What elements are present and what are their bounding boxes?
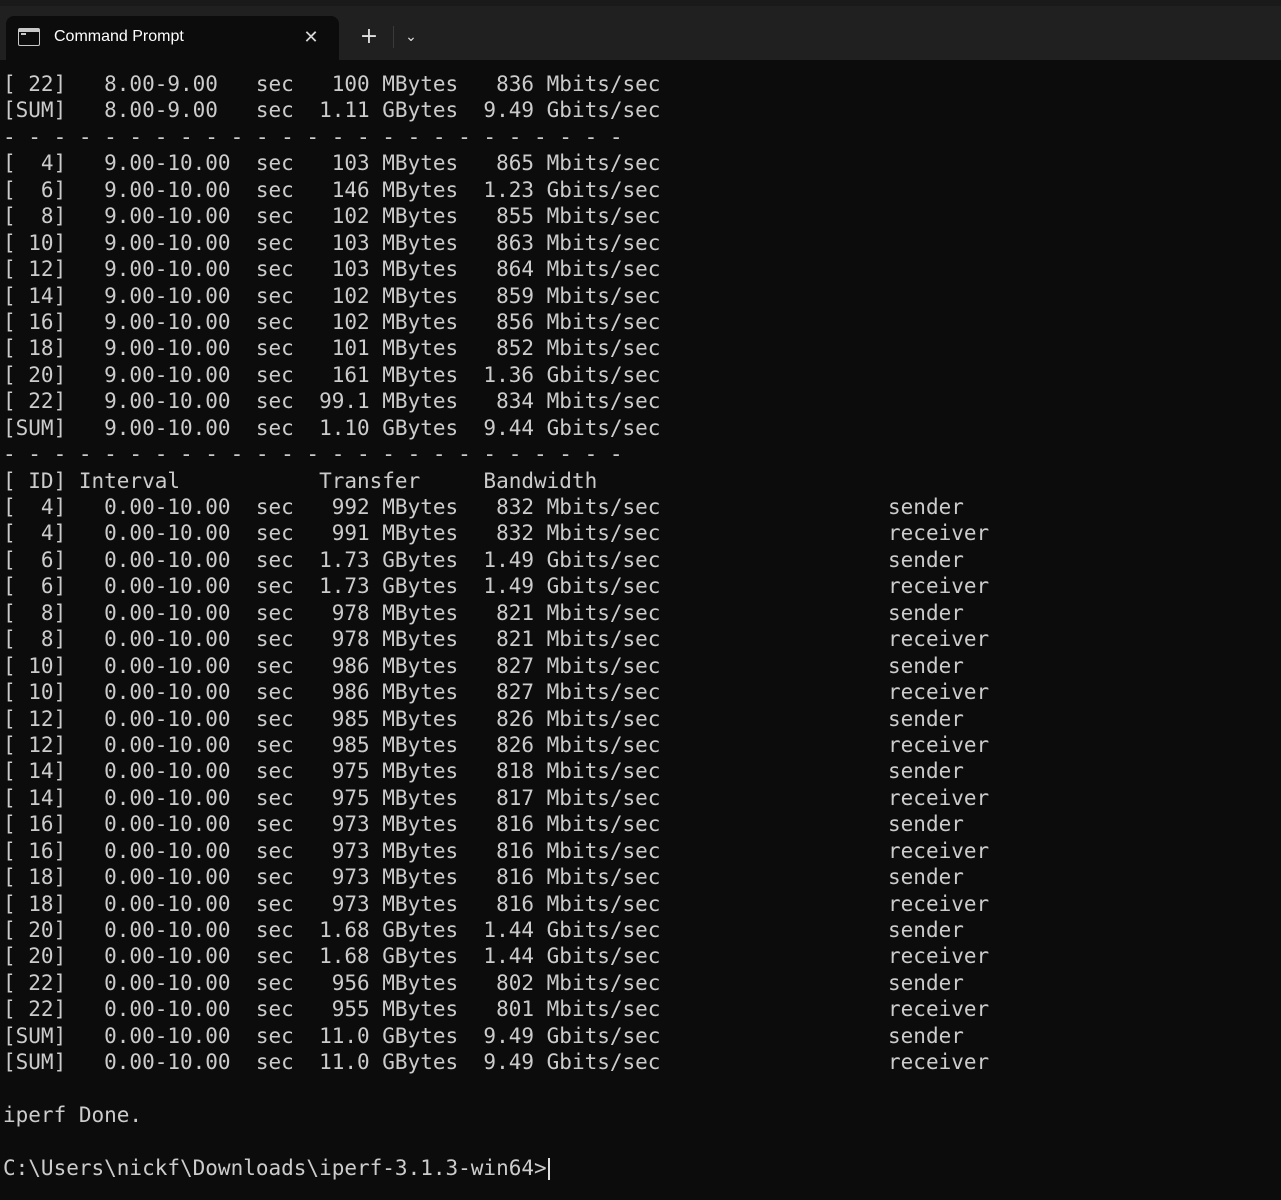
terminal-line: [SUM] 9.00-10.00 sec 1.10 GBytes 9.44 Gb…	[3, 415, 1281, 441]
terminal-line-text: [ 4] 0.00-10.00 sec 991 MBytes 832 Mbits…	[3, 521, 990, 546]
terminal-line-text: [ 10] 0.00-10.00 sec 986 MBytes 827 Mbit…	[3, 680, 990, 705]
terminal-line: [ 16] 0.00-10.00 sec 973 MBytes 816 Mbit…	[3, 838, 1281, 864]
terminal-line-text: [ 6] 0.00-10.00 sec 1.73 GBytes 1.49 Gbi…	[3, 547, 964, 572]
terminal-line-text: [ 18] 0.00-10.00 sec 973 MBytes 816 Mbit…	[3, 891, 990, 916]
terminal-line: [ 8] 0.00-10.00 sec 978 MBytes 821 Mbits…	[3, 626, 1281, 652]
terminal-line-text: [ 8] 0.00-10.00 sec 978 MBytes 821 Mbits…	[3, 600, 964, 625]
terminal-line-text: [ 4] 9.00-10.00 sec 103 MBytes 865 Mbits…	[3, 151, 661, 176]
terminal-line-text: [SUM] 8.00-9.00 sec 1.11 GBytes 9.49 Gbi…	[3, 98, 661, 123]
terminal-line: [ 12] 9.00-10.00 sec 103 MBytes 864 Mbit…	[3, 256, 1281, 282]
terminal-line: [ 10] 9.00-10.00 sec 103 MBytes 863 Mbit…	[3, 230, 1281, 256]
terminal-line-text: [SUM] 9.00-10.00 sec 1.10 GBytes 9.44 Gb…	[3, 415, 661, 440]
tab-divider	[393, 26, 394, 48]
terminal-line-text: [ 10] 9.00-10.00 sec 103 MBytes 863 Mbit…	[3, 230, 661, 255]
terminal-line-text: [ 16] 0.00-10.00 sec 973 MBytes 816 Mbit…	[3, 838, 990, 863]
terminal-line-text: [ 8] 9.00-10.00 sec 102 MBytes 855 Mbits…	[3, 204, 661, 229]
terminal-line-text: [ 10] 0.00-10.00 sec 986 MBytes 827 Mbit…	[3, 653, 964, 678]
terminal-line: [ 18] 9.00-10.00 sec 101 MBytes 852 Mbit…	[3, 335, 1281, 361]
terminal-icon	[18, 28, 40, 46]
new-tab-button[interactable]: +	[354, 22, 384, 52]
terminal-line: - - - - - - - - - - - - - - - - - - - - …	[3, 124, 1281, 150]
terminal-line: [ 16] 9.00-10.00 sec 102 MBytes 856 Mbit…	[3, 309, 1281, 335]
terminal-line: [ 8] 0.00-10.00 sec 978 MBytes 821 Mbits…	[3, 600, 1281, 626]
title-strip	[0, 0, 1281, 6]
terminal-line: [ 6] 0.00-10.00 sec 1.73 GBytes 1.49 Gbi…	[3, 573, 1281, 599]
terminal-line-text: [ 18] 0.00-10.00 sec 973 MBytes 816 Mbit…	[3, 865, 964, 890]
terminal-line-text: [ 18] 9.00-10.00 sec 101 MBytes 852 Mbit…	[3, 336, 661, 361]
terminal-line: [ 12] 0.00-10.00 sec 985 MBytes 826 Mbit…	[3, 706, 1281, 732]
terminal-line-text: [ 22] 0.00-10.00 sec 955 MBytes 801 Mbit…	[3, 997, 990, 1022]
terminal-line: [ 4] 0.00-10.00 sec 992 MBytes 832 Mbits…	[3, 494, 1281, 520]
terminal-line: [ 12] 0.00-10.00 sec 985 MBytes 826 Mbit…	[3, 732, 1281, 758]
terminal-line-text: [ 20] 0.00-10.00 sec 1.68 GBytes 1.44 Gb…	[3, 944, 990, 969]
chevron-down-icon[interactable]: ⌄	[398, 22, 424, 52]
terminal-line: [ 22] 8.00-9.00 sec 100 MBytes 836 Mbits…	[3, 71, 1281, 97]
terminal-line: C:\Users\nickf\Downloads\iperf-3.1.3-win…	[3, 1155, 1281, 1181]
terminal-line: - - - - - - - - - - - - - - - - - - - - …	[3, 441, 1281, 467]
terminal-line-text: - - - - - - - - - - - - - - - - - - - - …	[3, 442, 623, 467]
tab-title: Command Prompt	[54, 28, 184, 45]
terminal-line-text: C:\Users\nickf\Downloads\iperf-3.1.3-win…	[3, 1155, 547, 1180]
terminal-output[interactable]: [ 22] 8.00-9.00 sec 100 MBytes 836 Mbits…	[0, 60, 1281, 1200]
terminal-line-text: [ 20] 9.00-10.00 sec 161 MBytes 1.36 Gbi…	[3, 362, 661, 387]
command-prompt-window: Command Prompt ✕ + ⌄ [ 22] 8.00-9.00 sec…	[0, 0, 1281, 1200]
terminal-line: [ 16] 0.00-10.00 sec 973 MBytes 816 Mbit…	[3, 811, 1281, 837]
terminal-line: [ 22] 9.00-10.00 sec 99.1 MBytes 834 Mbi…	[3, 388, 1281, 414]
terminal-line: [ 18] 0.00-10.00 sec 973 MBytes 816 Mbit…	[3, 891, 1281, 917]
terminal-line-text: [ 20] 0.00-10.00 sec 1.68 GBytes 1.44 Gb…	[3, 918, 964, 942]
tab-command-prompt[interactable]: Command Prompt ✕	[6, 16, 339, 60]
terminal-line: [SUM] 0.00-10.00 sec 11.0 GBytes 9.49 Gb…	[3, 1049, 1281, 1075]
terminal-line: [ 4] 0.00-10.00 sec 991 MBytes 832 Mbits…	[3, 520, 1281, 546]
terminal-line-text: [ 22] 8.00-9.00 sec 100 MBytes 836 Mbits…	[3, 72, 661, 96]
terminal-line-text: [ 6] 9.00-10.00 sec 146 MBytes 1.23 Gbit…	[3, 177, 661, 202]
terminal-line: [ 8] 9.00-10.00 sec 102 MBytes 855 Mbits…	[3, 203, 1281, 229]
terminal-line: [ 10] 0.00-10.00 sec 986 MBytes 827 Mbit…	[3, 653, 1281, 679]
terminal-line: [ 18] 0.00-10.00 sec 973 MBytes 816 Mbit…	[3, 864, 1281, 890]
terminal-line-text: [ 16] 9.00-10.00 sec 102 MBytes 856 Mbit…	[3, 309, 661, 334]
terminal-line: [ 20] 0.00-10.00 sec 1.68 GBytes 1.44 Gb…	[3, 917, 1281, 943]
terminal-line: [ 14] 0.00-10.00 sec 975 MBytes 817 Mbit…	[3, 785, 1281, 811]
terminal-line-text: [ 14] 0.00-10.00 sec 975 MBytes 817 Mbit…	[3, 785, 990, 810]
text-cursor	[547, 1157, 550, 1180]
close-icon[interactable]: ✕	[298, 25, 324, 51]
tab-bar: Command Prompt ✕ + ⌄	[0, 0, 1281, 60]
terminal-line: [ 20] 0.00-10.00 sec 1.68 GBytes 1.44 Gb…	[3, 943, 1281, 969]
terminal-line: [ 22] 0.00-10.00 sec 955 MBytes 801 Mbit…	[3, 996, 1281, 1022]
terminal-line-text: [ 12] 0.00-10.00 sec 985 MBytes 826 Mbit…	[3, 732, 990, 757]
terminal-line-text: [SUM] 0.00-10.00 sec 11.0 GBytes 9.49 Gb…	[3, 1023, 964, 1048]
terminal-line-text: [ 14] 9.00-10.00 sec 102 MBytes 859 Mbit…	[3, 283, 661, 308]
terminal-line: [ 10] 0.00-10.00 sec 986 MBytes 827 Mbit…	[3, 679, 1281, 705]
terminal-line-text: [SUM] 0.00-10.00 sec 11.0 GBytes 9.49 Gb…	[3, 1050, 990, 1075]
terminal-line-text: [ 4] 0.00-10.00 sec 992 MBytes 832 Mbits…	[3, 495, 964, 519]
terminal-line: [ 4] 9.00-10.00 sec 103 MBytes 865 Mbits…	[3, 150, 1281, 176]
terminal-line: [SUM] 0.00-10.00 sec 11.0 GBytes 9.49 Gb…	[3, 1023, 1281, 1049]
terminal-line-text: [ 8] 0.00-10.00 sec 978 MBytes 821 Mbits…	[3, 627, 990, 652]
terminal-line: [ 20] 9.00-10.00 sec 161 MBytes 1.36 Gbi…	[3, 362, 1281, 388]
terminal-line: [ ID] Interval Transfer Bandwidth	[3, 468, 1281, 494]
terminal-line-text: [ 22] 9.00-10.00 sec 99.1 MBytes 834 Mbi…	[3, 389, 661, 414]
terminal-line-text: [ 12] 0.00-10.00 sec 985 MBytes 826 Mbit…	[3, 706, 964, 731]
terminal-line: iperf Done.	[3, 1102, 1281, 1128]
terminal-line: [SUM] 8.00-9.00 sec 1.11 GBytes 9.49 Gbi…	[3, 97, 1281, 123]
terminal-line-text: - - - - - - - - - - - - - - - - - - - - …	[3, 124, 623, 149]
terminal-line-text: iperf Done.	[3, 1103, 143, 1128]
terminal-line: [ 6] 9.00-10.00 sec 146 MBytes 1.23 Gbit…	[3, 177, 1281, 203]
terminal-line: [ 6] 0.00-10.00 sec 1.73 GBytes 1.49 Gbi…	[3, 547, 1281, 573]
terminal-line-text: [ 6] 0.00-10.00 sec 1.73 GBytes 1.49 Gbi…	[3, 574, 990, 599]
terminal-line: [ 14] 9.00-10.00 sec 102 MBytes 859 Mbit…	[3, 283, 1281, 309]
terminal-line-text: [ 12] 9.00-10.00 sec 103 MBytes 864 Mbit…	[3, 257, 661, 282]
terminal-line-text: [ 16] 0.00-10.00 sec 973 MBytes 816 Mbit…	[3, 812, 964, 837]
terminal-line: [ 14] 0.00-10.00 sec 975 MBytes 818 Mbit…	[3, 758, 1281, 784]
terminal-line: [ 22] 0.00-10.00 sec 956 MBytes 802 Mbit…	[3, 970, 1281, 996]
terminal-line-text: [ 22] 0.00-10.00 sec 956 MBytes 802 Mbit…	[3, 970, 964, 995]
terminal-line-text: [ ID] Interval Transfer Bandwidth	[3, 468, 598, 493]
terminal-line-text: [ 14] 0.00-10.00 sec 975 MBytes 818 Mbit…	[3, 759, 964, 784]
